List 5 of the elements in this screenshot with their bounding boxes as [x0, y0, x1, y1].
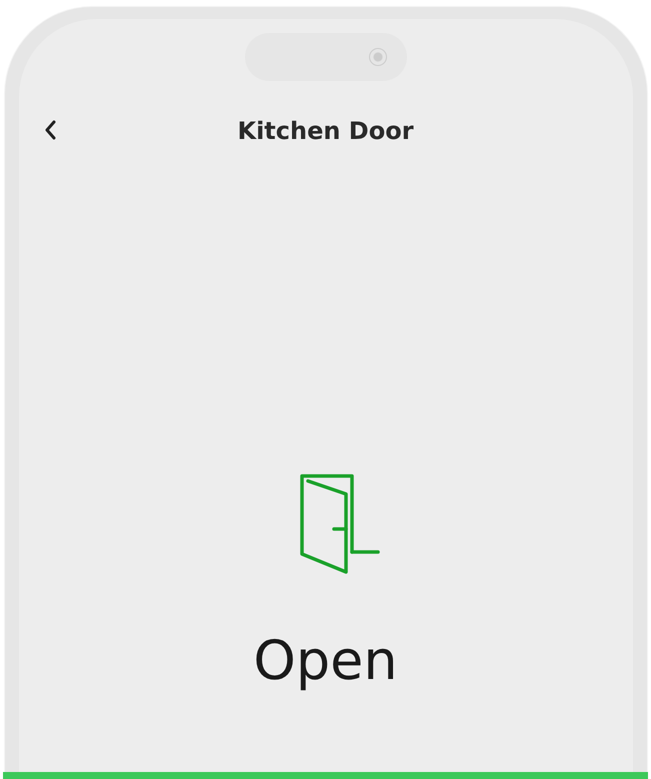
- back-button[interactable]: [42, 119, 56, 141]
- door-status: Open: [253, 634, 398, 688]
- chevron-left-icon: [42, 119, 56, 141]
- screen-title: Kitchen Door: [237, 117, 414, 145]
- camera-icon: [368, 48, 386, 66]
